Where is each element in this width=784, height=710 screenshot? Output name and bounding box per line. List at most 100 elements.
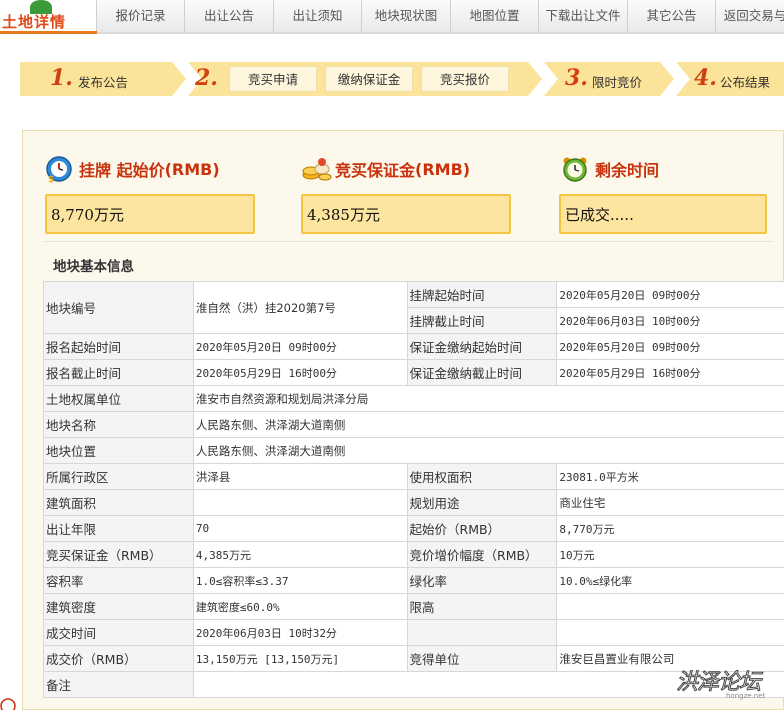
value-parcel-number: 淮自然（洪）挂2020第7号 bbox=[192, 281, 408, 334]
deposit-heading: 竞买保证金 (RMB) bbox=[301, 155, 470, 183]
value-height-limit bbox=[556, 593, 784, 620]
step-3-label: 限时竞价 bbox=[592, 75, 643, 90]
value-bid-deposit: 4,385万元 bbox=[192, 541, 408, 568]
label-registration-end: 报名截止时间 bbox=[43, 359, 194, 386]
table-row: 建筑密度 建筑密度≤60.0% 限高 bbox=[43, 593, 784, 620]
step-4-notch bbox=[676, 62, 690, 96]
label-registration-start: 报名起始时间 bbox=[43, 333, 194, 360]
value-parcel-name: 人民路东侧、洪泽湖大道南侧 bbox=[192, 411, 784, 438]
label-planned-use: 规划用途 bbox=[406, 489, 558, 516]
pay-deposit-button[interactable]: 缴纳保证金 bbox=[325, 66, 413, 92]
tab-bid-records[interactable]: 报价记录 bbox=[97, 0, 185, 32]
remaining-time-title: 剩余时间 bbox=[595, 161, 660, 180]
step-1-label: 发布公告 bbox=[78, 75, 129, 90]
apply-to-bid-button[interactable]: 竞买申请 bbox=[229, 66, 317, 92]
page-title: 土地详情 bbox=[2, 13, 67, 31]
start-price-unit: (RMB) bbox=[164, 159, 220, 179]
value-parcel-location: 人民路东侧、洪泽湖大道南侧 bbox=[192, 437, 784, 464]
table-row: 出让年限 70 起始价（RMB） 8,770万元 bbox=[43, 515, 784, 542]
place-bid-button[interactable]: 竞买报价 bbox=[421, 66, 509, 92]
start-price-heading: $ 挂牌 起始价 (RMB) bbox=[45, 155, 220, 185]
remaining-time-value: 已成交..... bbox=[559, 194, 767, 234]
label-bid-deposit: 竞买保证金（RMB） bbox=[43, 541, 194, 568]
table-row: 成交时间 2020年06月03日 10时32分 bbox=[43, 619, 784, 646]
table-row: 土地权属单位 淮安市自然资源和规划局洪泽分局 bbox=[43, 385, 784, 412]
value-start-price: 8,770万元 bbox=[556, 515, 784, 542]
step-3-arrow bbox=[660, 62, 674, 96]
value-building-area bbox=[192, 489, 408, 516]
price-clock-icon: $ bbox=[45, 155, 73, 185]
label-winning-bidder: 竞得单位 bbox=[406, 645, 558, 672]
label-transfer-term: 出让年限 bbox=[43, 515, 194, 542]
step-3-notch bbox=[544, 62, 558, 96]
table-row: 地块编号 淮自然（洪）挂2020第7号 挂牌起始时间 2020年05月20日 0… bbox=[43, 281, 784, 334]
table-row: 容积率 1.0≤容积率≤3.37 绿化率 10.0%≤绿化率 bbox=[43, 567, 784, 594]
label-use-area: 使用权面积 bbox=[406, 463, 558, 490]
table-row: 成交价（RMB） 13,150万元 [13,150万元] 竞得单位 淮安巨昌置业… bbox=[43, 645, 784, 672]
table-row: 地块位置 人民路东侧、洪泽湖大道南侧 bbox=[43, 437, 784, 464]
tab-back-to-trading[interactable]: 返回交易与 bbox=[716, 0, 784, 32]
deposit-title: 竞买保证金 bbox=[335, 161, 416, 180]
value-deal-price: 13,150万元 [13,150万元] bbox=[192, 645, 408, 672]
land-detail-panel: $ 挂牌 起始价 (RMB) 8,770万元 竞买保证金 (RMB) 4,385… bbox=[22, 130, 784, 710]
value-listing-end: 2020年06月03日 10时00分 bbox=[556, 307, 784, 334]
label-owner-unit: 土地权属单位 bbox=[43, 385, 194, 412]
label-building-density: 建筑密度 bbox=[43, 593, 194, 620]
step-4-number: 4. bbox=[694, 65, 717, 91]
section-title: 地块基本信息 bbox=[53, 259, 134, 275]
tab-transfer-notice[interactable]: 出让公告 bbox=[185, 0, 274, 32]
value-use-area: 23081.0平方米 bbox=[556, 463, 784, 490]
value-transfer-term: 70 bbox=[192, 515, 408, 542]
table-row: 建筑面积 规划用途 商业住宅 bbox=[43, 489, 784, 516]
tab-list: 报价记录 出让公告 出让须知 地块现状图 地图位置 下载出让文件 其它公告 返回… bbox=[97, 0, 784, 34]
tab-map-location[interactable]: 地图位置 bbox=[451, 0, 539, 32]
cut-off-notice bbox=[0, 698, 784, 710]
value-green-ratio: 10.0%≤绿化率 bbox=[556, 567, 784, 594]
step-1-number: 1. bbox=[50, 65, 73, 91]
table-row: 竞买保证金（RMB） 4,385万元 竞价增价幅度（RMB） 10万元 bbox=[43, 541, 784, 568]
step-2-arrow bbox=[528, 62, 542, 96]
label-deposit-end: 保证金缴纳截止时间 bbox=[406, 359, 558, 386]
value-planned-use: 商业住宅 bbox=[556, 489, 784, 516]
label-listing-start: 挂牌起始时间 bbox=[406, 281, 558, 308]
label-building-area: 建筑面积 bbox=[43, 489, 194, 516]
page-title-tab: 土地详情 bbox=[0, 0, 97, 34]
label-deal-time: 成交时间 bbox=[43, 619, 194, 646]
label-remarks: 备注 bbox=[43, 671, 194, 698]
label-district: 所属行政区 bbox=[43, 463, 194, 490]
tab-transfer-instructions[interactable]: 出让须知 bbox=[274, 0, 362, 32]
tab-land-status-map[interactable]: 地块现状图 bbox=[362, 0, 451, 32]
svg-text:$: $ bbox=[48, 175, 54, 183]
table-row: 报名起始时间 2020年05月20日 09时00分 保证金缴纳起始时间 2020… bbox=[43, 333, 784, 360]
value-registration-start: 2020年05月20日 09时00分 bbox=[192, 333, 408, 360]
table-row: 报名截止时间 2020年05月29日 16时00分 保证金缴纳截止时间 2020… bbox=[43, 359, 784, 386]
coins-icon bbox=[301, 155, 332, 183]
label-start-price: 起始价（RMB） bbox=[406, 515, 558, 542]
value-deposit-end: 2020年05月29日 16时00分 bbox=[556, 359, 784, 386]
table-row: 备注 bbox=[43, 671, 784, 698]
label-plot-ratio: 容积率 bbox=[43, 567, 194, 594]
process-steps: 1. 发布公告 2. 竞买申请 缴纳保证金 竞买报价 3. 限时竞价 4. 公布… bbox=[20, 62, 784, 96]
label-deposit-start: 保证金缴纳起始时间 bbox=[406, 333, 558, 360]
step-3-number: 3. bbox=[565, 65, 588, 91]
value-building-density: 建筑密度≤60.0% bbox=[192, 593, 408, 620]
table-row: 所属行政区 洪泽县 使用权面积 23081.0平方米 bbox=[43, 463, 784, 490]
label-deal-price: 成交价（RMB） bbox=[43, 645, 194, 672]
value-deposit-start: 2020年05月20日 09时00分 bbox=[556, 333, 784, 360]
tab-download-files[interactable]: 下载出让文件 bbox=[539, 0, 628, 32]
value-plot-ratio: 1.0≤容积率≤3.37 bbox=[192, 567, 408, 594]
warning-icon bbox=[0, 698, 16, 710]
remaining-time-heading: 剩余时间 bbox=[561, 155, 659, 183]
label-parcel-number: 地块编号 bbox=[43, 281, 194, 334]
tab-other-notices[interactable]: 其它公告 bbox=[628, 0, 716, 32]
label-parcel-location: 地块位置 bbox=[43, 437, 194, 464]
table-row: 地块名称 人民路东侧、洪泽湖大道南侧 bbox=[43, 411, 784, 438]
label-listing-end: 挂牌截止时间 bbox=[406, 307, 558, 334]
land-info-table: 地块编号 淮自然（洪）挂2020第7号 挂牌起始时间 2020年05月20日 0… bbox=[43, 281, 784, 698]
value-deal-time: 2020年06月03日 10时32分 bbox=[192, 619, 408, 646]
value-bid-increment: 10万元 bbox=[556, 541, 784, 568]
empty-cell bbox=[556, 619, 784, 646]
active-tab-underline bbox=[0, 31, 97, 34]
deposit-unit: (RMB) bbox=[415, 159, 471, 179]
empty-cell bbox=[406, 619, 558, 646]
